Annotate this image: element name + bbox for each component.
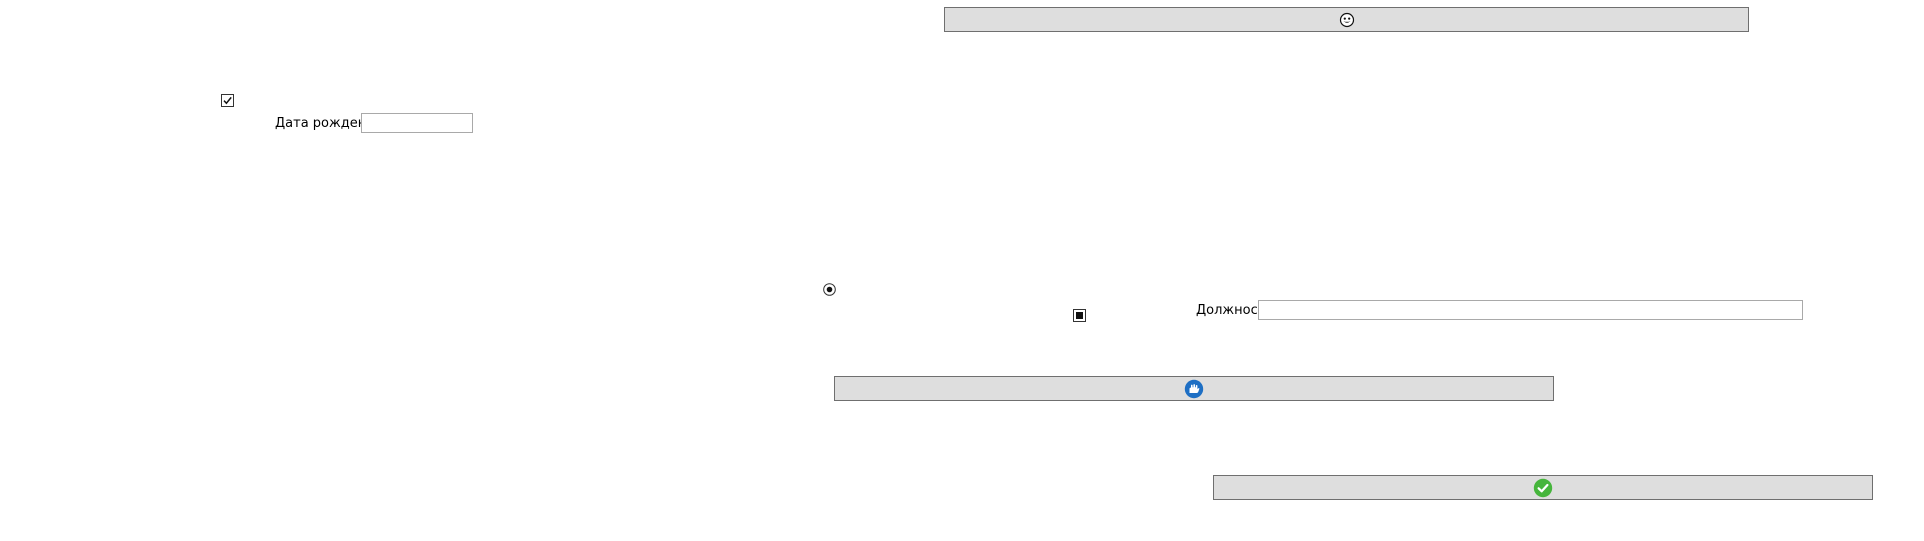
indeterminate-checkbox[interactable] [1073,309,1086,322]
position-input[interactable] [1258,300,1803,320]
confirm-button[interactable] [1213,475,1873,500]
smiley-face-icon [1339,12,1355,28]
birthdate-input[interactable] [361,113,473,133]
blue-circle-hand-icon [1184,379,1204,399]
radio-button[interactable] [823,283,836,296]
checkmark-icon [223,96,232,105]
square-indeterminate-icon [1076,312,1083,319]
hand-button[interactable] [834,376,1554,401]
green-check-circle-icon [1533,478,1553,498]
smiley-button[interactable] [944,7,1749,32]
birthdate-checkbox[interactable] [221,94,234,107]
radio-selected-icon [823,283,836,296]
